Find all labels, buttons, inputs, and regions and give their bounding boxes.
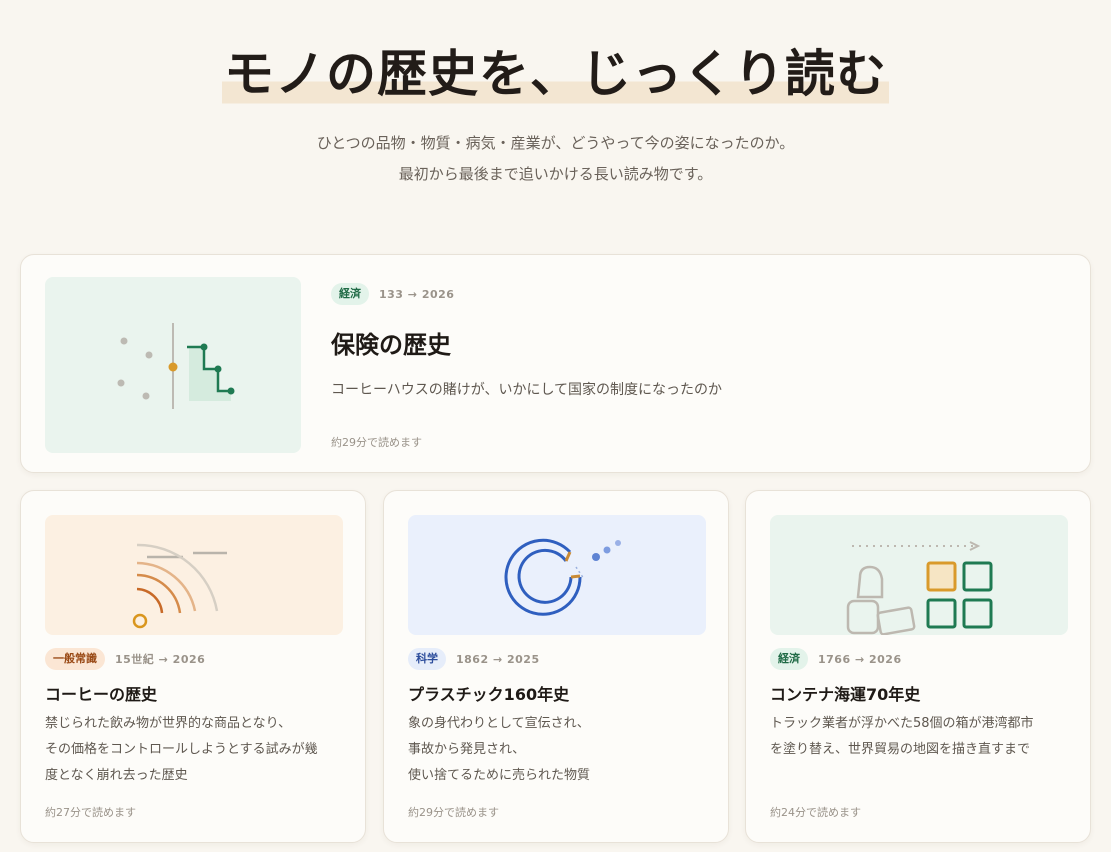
article-title[interactable]: 保険の歴史 bbox=[331, 325, 451, 360]
featured-article-card[interactable]: 経済 133 → 2026 保険の歴史 コーヒーハウスの賭けが、いかにして国家の… bbox=[20, 254, 1091, 473]
description-line: その価格をコントロールしようとする試みが幾 bbox=[45, 742, 318, 757]
category-tag: 一般常識 bbox=[45, 648, 105, 670]
category-tag: 経済 bbox=[331, 283, 369, 305]
read-time: 約29分で読めます bbox=[331, 436, 422, 449]
article-title[interactable]: コンテナ海運70年史 bbox=[770, 681, 920, 705]
category-tag: 経済 bbox=[770, 648, 808, 670]
container-shipping-illustration-icon bbox=[770, 515, 1068, 635]
description-line: トラック業者が浮かべた58個の箱が港湾都市 bbox=[770, 716, 1034, 731]
article-card-plastic[interactable]: 科学 1862 → 2025 プラスチック160年史 象の身代わりとして宣伝され… bbox=[383, 490, 729, 843]
year-range: 133 → 2026 bbox=[379, 287, 455, 301]
article-card-container-shipping[interactable]: 経済 1766 → 2026 コンテナ海運70年史 トラック業者が浮かべた58個… bbox=[745, 490, 1091, 843]
description-line: 象の身代わりとして宣伝され、 bbox=[408, 716, 590, 731]
plastic-ring-illustration-icon bbox=[408, 515, 706, 635]
read-time: 約24分で読めます bbox=[770, 806, 861, 819]
page-title: モノの歴史を、じっくり読む bbox=[0, 42, 1111, 112]
subtitle-line: ひとつの品物・物質・病気・産業が、どうやって今の姿になったのか。 bbox=[316, 134, 795, 152]
article-description: 禁じられた飲み物が世界的な商品となり、 その価格をコントロールしようとする試みが… bbox=[45, 711, 350, 789]
description-line: 使い捨てるために売られた物質 bbox=[408, 768, 591, 783]
article-description: コーヒーハウスの賭けが、いかにして国家の制度になったのか bbox=[331, 382, 723, 398]
year-range: 1862 → 2025 bbox=[456, 652, 540, 666]
subtitle-line: 最初から最後まで追いかける長い読み物です。 bbox=[398, 165, 713, 183]
coffee-aroma-illustration-icon bbox=[45, 515, 343, 635]
article-description: 象の身代わりとして宣伝され、 事故から発見され、 使い捨てるために売られた物質 bbox=[408, 711, 713, 789]
description-line: 禁じられた飲み物が世界的な商品となり、 bbox=[45, 716, 292, 731]
description-line: 事故から発見され、 bbox=[408, 742, 526, 757]
description-line: を塗り替え、世界貿易の地図を描き直すまで bbox=[770, 742, 1031, 757]
category-tag: 科学 bbox=[408, 648, 446, 670]
description-line: 度となく崩れ去った歴史 bbox=[45, 768, 188, 783]
article-description: トラック業者が浮かべた58個の箱が港湾都市 を塗り替え、世界貿易の地図を描き直す… bbox=[770, 711, 1075, 763]
article-title[interactable]: プラスチック160年史 bbox=[408, 681, 569, 705]
read-time: 約29分で読めます bbox=[408, 806, 499, 819]
article-card-coffee[interactable]: 一般常識 15世紀 → 2026 コーヒーの歴史 禁じられた飲み物が世界的な商品… bbox=[20, 490, 366, 843]
year-range: 15世紀 → 2026 bbox=[115, 653, 206, 666]
insurance-illustration-icon bbox=[45, 277, 301, 453]
read-time: 約27分で読めます bbox=[45, 806, 136, 819]
article-title[interactable]: コーヒーの歴史 bbox=[45, 681, 157, 705]
year-range: 1766 → 2026 bbox=[818, 652, 902, 666]
page-subtitle: ひとつの品物・物質・病気・産業が、どうやって今の姿になったのか。 最初から最後ま… bbox=[0, 128, 1111, 190]
